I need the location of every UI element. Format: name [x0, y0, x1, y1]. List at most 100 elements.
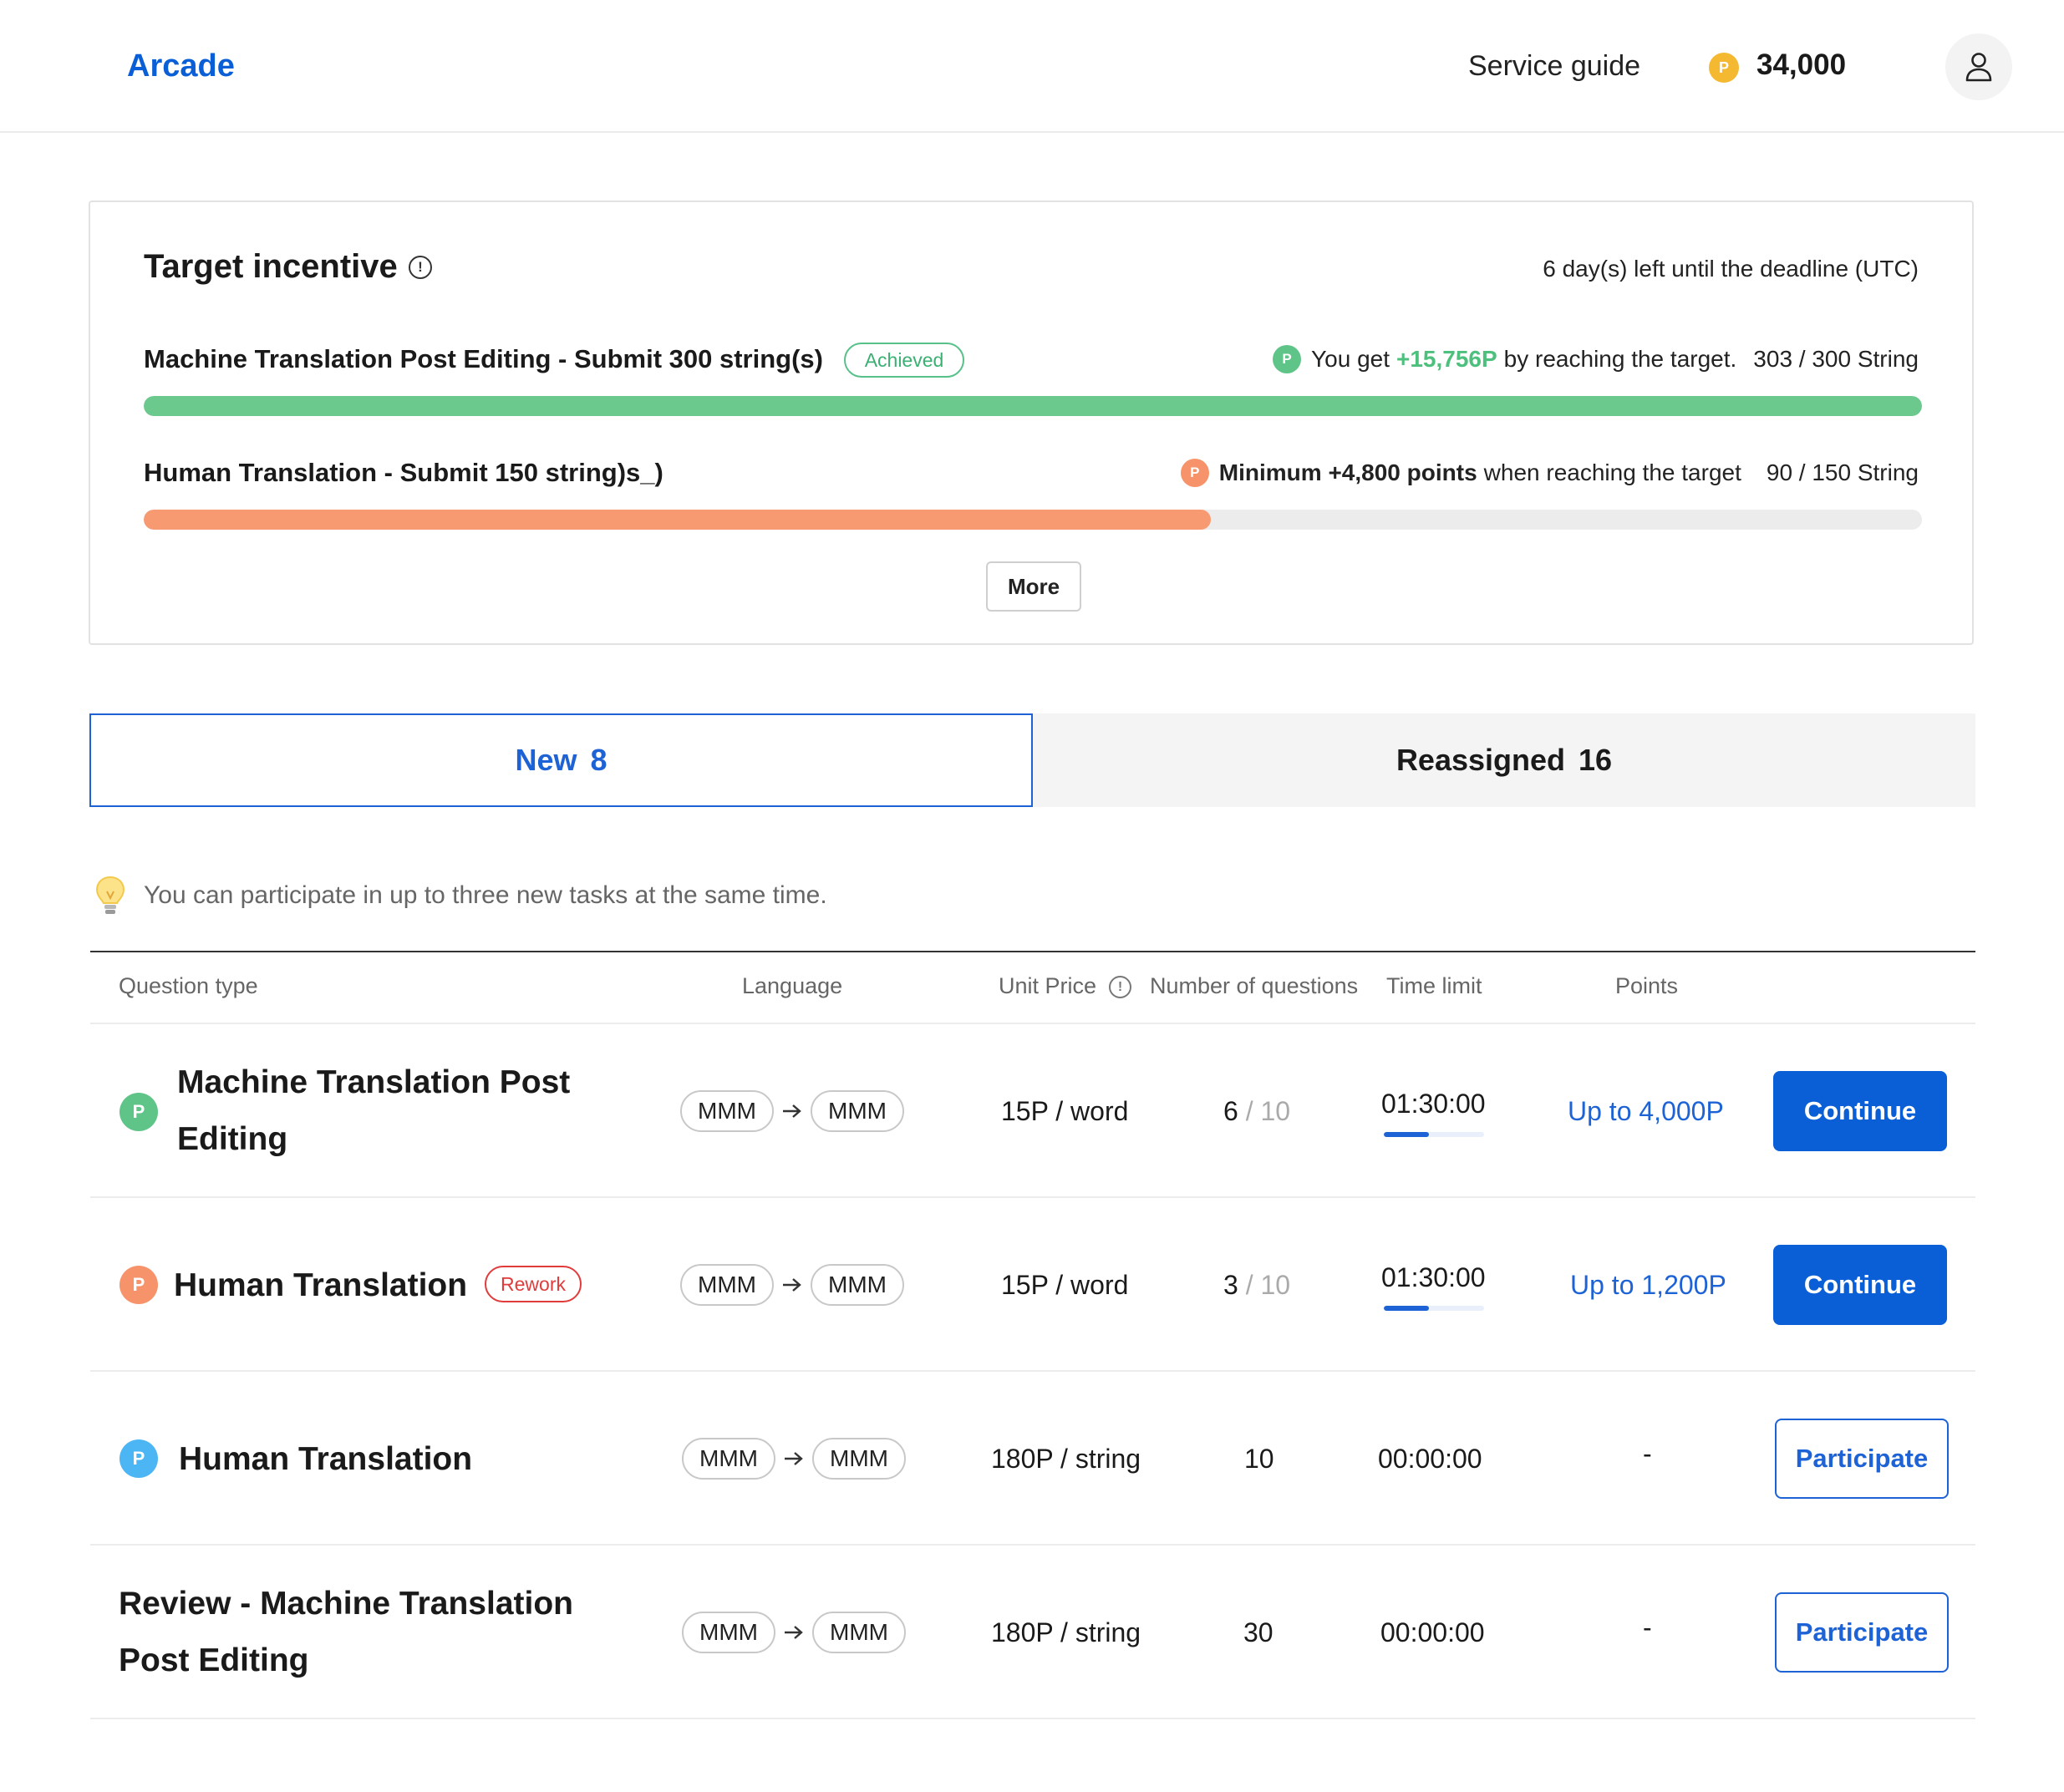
unit-price: 180P / string [991, 1617, 1141, 1647]
target-language: MMM [812, 1438, 906, 1480]
info-icon[interactable]: ! [409, 256, 432, 279]
title-line: Editing [177, 1121, 288, 1157]
arrow-right-icon [775, 1612, 812, 1653]
question-type-title: Human Translation [174, 1267, 468, 1303]
title-line: Machine Translation Post [177, 1064, 571, 1100]
unit-price: 15P / word [1001, 1270, 1129, 1300]
reward-bold: Minimum +4,800 points [1218, 459, 1477, 485]
notice-text: You can participate in up to three new t… [144, 881, 827, 909]
reward-prefix: You get [1311, 346, 1390, 372]
points-value: Up to 1,200P [1570, 1270, 1726, 1300]
source-language: MMM [682, 1438, 775, 1480]
tab-label: New [515, 743, 577, 777]
goal-progress-fill [144, 510, 1211, 530]
row-divider [90, 1718, 1975, 1719]
goal-progress-text: 303 / 300 String [1753, 346, 1919, 372]
language-pair: MMM MMM [680, 1264, 904, 1306]
deadline-text: 6 day(s) left until the deadline (UTC) [1543, 256, 1919, 282]
time-progress-fill [1384, 1306, 1429, 1311]
arrow-right-icon [774, 1264, 811, 1306]
time-progress-fill [1384, 1132, 1429, 1137]
row-divider [90, 1370, 1975, 1372]
tab-reassigned[interactable]: Reassigned 16 [1033, 713, 1975, 807]
source-language: MMM [680, 1090, 774, 1132]
points-coin-icon: P [1180, 459, 1209, 487]
incentive-title: Target incentive [144, 248, 398, 285]
language-pair: MMM MMM [680, 1090, 904, 1132]
language-pair: MMM MMM [682, 1612, 906, 1653]
points-value: Up to 4,000P [1568, 1096, 1724, 1126]
user-icon [1965, 53, 1992, 82]
unit-price: 180P / string [991, 1444, 1141, 1474]
goal-progress-fill [144, 396, 1922, 416]
points-balance: 34,000 [1756, 48, 1847, 81]
questions-total: / 10 [1245, 1270, 1291, 1300]
question-type-title: Human Translation [179, 1441, 473, 1477]
user-avatar-button[interactable] [1945, 33, 2012, 100]
row-divider [90, 1544, 1975, 1546]
goal-title-mtpe: Machine Translation Post Editing - Submi… [144, 344, 823, 373]
time-progress-bar [1384, 1306, 1484, 1311]
questions-total: / 10 [1245, 1096, 1291, 1126]
questions-done: 3 [1223, 1270, 1238, 1300]
question-count: 10 [1244, 1444, 1274, 1474]
rework-badge: Rework [485, 1266, 582, 1302]
arrow-right-icon [775, 1438, 812, 1480]
tab-count: 16 [1579, 743, 1613, 777]
lightbulb-icon [95, 876, 125, 914]
service-guide-link[interactable]: Service guide [1468, 50, 1640, 83]
th-points: Points [1615, 973, 1679, 998]
points-coin-icon: P [1709, 53, 1739, 83]
achieved-badge: Achieved [844, 343, 964, 378]
more-button[interactable]: More [986, 561, 1081, 612]
goal-reward-ht: P Minimum +4,800 points when reaching th… [1180, 459, 1919, 487]
source-language: MMM [680, 1264, 774, 1306]
info-icon[interactable]: ! [1109, 976, 1131, 998]
th-unit-price: Unit Price [999, 973, 1097, 998]
points-value: - [1643, 1439, 1652, 1469]
language-pair: MMM MMM [682, 1438, 906, 1480]
brand-logo[interactable]: Arcade [127, 48, 235, 84]
question-type-title: Machine Translation Post Editing [177, 1054, 570, 1168]
points-coin-icon: P [1273, 345, 1302, 373]
reward-amount: +15,756P [1396, 346, 1497, 372]
row-divider [90, 1023, 1975, 1024]
title-line: Post Editing [119, 1642, 309, 1678]
target-language: MMM [812, 1612, 906, 1653]
question-count: 3 / 10 [1223, 1270, 1290, 1301]
points-value: - [1643, 1612, 1652, 1642]
th-question-type: Question type [119, 973, 258, 998]
th-number-of-questions: Number of questions [1150, 973, 1359, 998]
title-line: Review - Machine Translation [119, 1586, 573, 1622]
participate-button[interactable]: Participate [1775, 1419, 1949, 1499]
time-limit: 01:30:00 [1381, 1089, 1486, 1119]
goal-title-ht: Human Translation - Submit 150 string)s_… [144, 458, 663, 487]
reward-suffix: by reaching the target. [1503, 346, 1737, 372]
source-language: MMM [682, 1612, 775, 1653]
arrow-right-icon [774, 1090, 811, 1132]
participate-button[interactable]: Participate [1775, 1592, 1949, 1673]
target-language: MMM [811, 1090, 904, 1132]
questions-done: 6 [1223, 1096, 1238, 1126]
goal-reward-mtpe: P You get +15,756P by reaching the targe… [1273, 345, 1919, 373]
table-top-border [90, 951, 1975, 952]
question-count: 30 [1243, 1617, 1273, 1647]
continue-button[interactable]: Continue [1773, 1071, 1947, 1151]
target-language: MMM [811, 1264, 904, 1306]
time-limit: 01:30:00 [1381, 1262, 1486, 1292]
th-language: Language [742, 973, 843, 998]
question-type-title: Review - Machine Translation Post Editin… [119, 1576, 573, 1689]
th-time-limit: Time limit [1386, 973, 1482, 998]
continue-button[interactable]: Continue [1773, 1245, 1947, 1325]
tab-count: 8 [590, 743, 608, 777]
reward-suffix: when reaching the target [1483, 459, 1741, 485]
goal-progress-bar-ht [144, 510, 1922, 530]
unit-price: 15P / word [1001, 1096, 1129, 1126]
goal-progress-text: 90 / 150 String [1766, 459, 1919, 485]
time-limit: 00:00:00 [1378, 1444, 1482, 1474]
points-coin-icon: P [119, 1266, 158, 1304]
target-incentive-card: Target incentive ! 6 day(s) left until t… [89, 201, 1974, 645]
top-header: Arcade Service guide P 34,000 [0, 0, 2064, 133]
tab-new[interactable]: New 8 [89, 713, 1033, 807]
points-coin-icon: P [119, 1093, 158, 1131]
